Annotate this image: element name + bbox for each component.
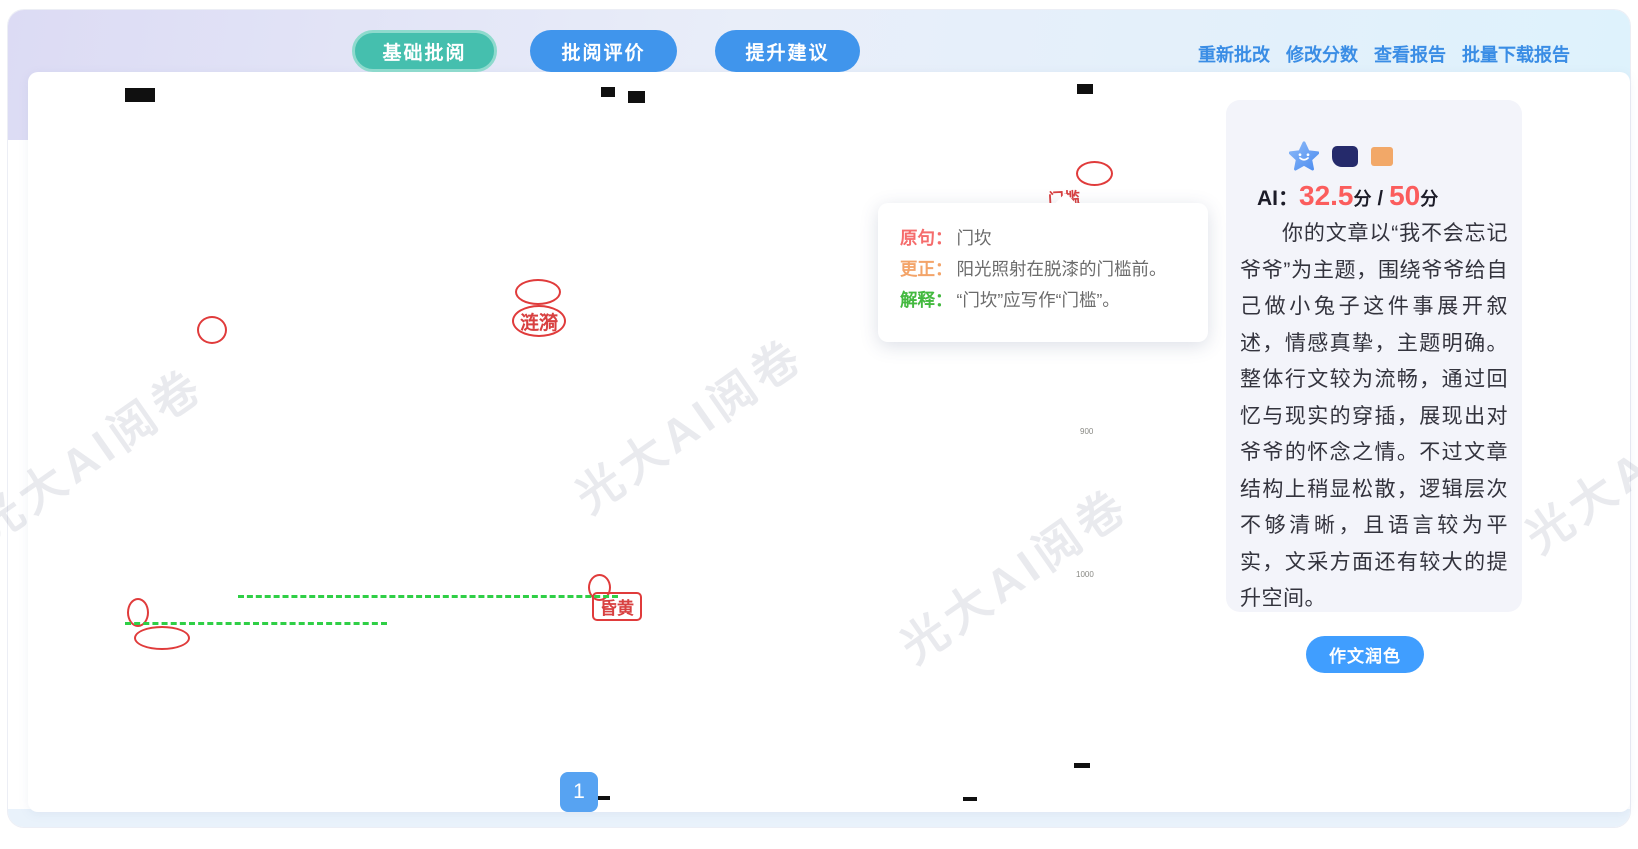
full-score-value: 50 — [1389, 180, 1420, 212]
tooltip-explanation-text: “门坎”应写作“门槛”。 — [957, 290, 1120, 310]
ai-score-label: AI： — [1257, 182, 1299, 212]
registration-mark — [1077, 84, 1093, 94]
ai-score-panel: AI： 32.5 分 / 50 分 你的文章以“我不会忘记爷爷”为主题，围绕爷爷… — [1226, 100, 1522, 612]
tooltip-original-text: 门坎 — [957, 228, 992, 248]
correction-tooltip: 原句：门坎 更正：阳光照射在脱漆的门槛前。 解释：“门坎”应写作“门槛”。 — [878, 203, 1208, 342]
essay-review-app: 基础批阅 批阅评价 提升建议 重新批改 修改分数 查看报告 批量下载报告 三、作… — [0, 0, 1638, 849]
link-modify-score[interactable]: 修改分数 — [1286, 41, 1358, 67]
registration-mark — [963, 797, 977, 801]
link-re-grade[interactable]: 重新批改 — [1198, 41, 1270, 67]
registration-mark — [601, 87, 615, 97]
score-icon-row — [1289, 141, 1393, 171]
word-count-marker: 900 — [1080, 427, 1093, 436]
essay-polish-button[interactable]: 作文润色 — [1306, 636, 1424, 673]
star-face-icon — [1289, 141, 1319, 171]
tab-improvement-suggestions[interactable]: 提升建议 — [715, 30, 860, 72]
navy-square-icon — [1332, 146, 1358, 167]
tooltip-explanation-label: 解释： — [900, 290, 953, 310]
ai-comment-text: 你的文章以“我不会忘记爷爷”为主题，围绕爷爷给自己做小兔子这件事展开叙述，情感真… — [1240, 216, 1508, 618]
score-divider: / — [1378, 188, 1384, 211]
tooltip-correction-text: 阳光照射在脱漆的门槛前。 — [957, 259, 1167, 279]
registration-mark — [125, 88, 155, 102]
tooltip-original-row: 原句：门坎 — [900, 223, 1208, 254]
header-links: 重新批改 修改分数 查看报告 批量下载报告 — [1198, 41, 1570, 67]
ai-score-line: AI： 32.5 分 / 50 分 — [1257, 180, 1438, 212]
page-number-badge[interactable]: 1 — [560, 772, 598, 812]
tab-review-evaluation[interactable]: 批阅评价 — [530, 30, 677, 72]
ai-score-unit: 分 — [1354, 185, 1372, 211]
link-view-report[interactable]: 查看报告 — [1374, 41, 1446, 67]
full-score-unit: 分 — [1420, 185, 1438, 211]
tooltip-original-label: 原句： — [900, 228, 953, 248]
tooltip-correction-label: 更正： — [900, 259, 953, 279]
tab-basic-review[interactable]: 基础批阅 — [352, 30, 497, 72]
tooltip-explanation-row: 解释：“门坎”应写作“门槛”。 — [900, 285, 1208, 316]
link-batch-download-report[interactable]: 批量下载报告 — [1462, 41, 1570, 67]
registration-mark — [628, 91, 645, 103]
orange-square-icon — [1371, 147, 1393, 166]
registration-mark — [1074, 763, 1090, 768]
ai-score-value: 32.5 — [1299, 180, 1354, 212]
word-count-marker: 1000 — [1076, 570, 1094, 579]
tooltip-correction-row: 更正：阳光照射在脱漆的门槛前。 — [900, 254, 1208, 285]
error-circle-menkan[interactable] — [1076, 161, 1113, 186]
